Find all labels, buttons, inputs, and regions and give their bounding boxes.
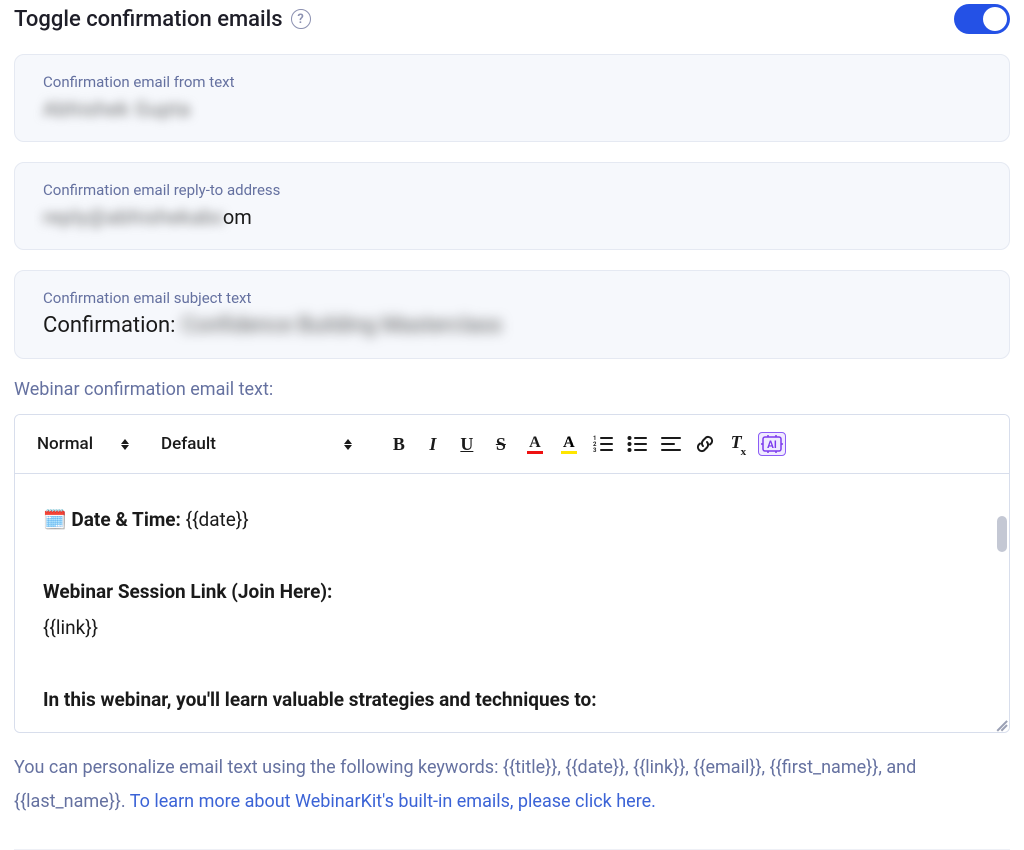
email-body-editor: Normal Default B I U S A A 123 — [14, 414, 1010, 733]
align-button[interactable] — [656, 429, 686, 459]
editor-content-area[interactable]: 🗓️ Date & Time: {{date}} Webinar Session… — [15, 474, 1009, 732]
reply-to-card[interactable]: Confirmation email reply-to address repl… — [14, 162, 1010, 250]
subject-prefix: Confirmation: — [43, 313, 176, 338]
scrollbar-thumb[interactable] — [997, 516, 1007, 552]
chevron-updown-icon — [344, 439, 352, 450]
resize-handle-icon[interactable] — [993, 716, 1007, 730]
italic-button[interactable]: I — [418, 429, 448, 459]
link-button[interactable] — [690, 429, 720, 459]
session-link-placeholder: {{link}} — [43, 610, 981, 646]
chevron-updown-icon — [121, 439, 129, 450]
learn-heading: In this webinar, you'll learn valuable s… — [43, 682, 981, 718]
bold-button[interactable]: B — [384, 429, 414, 459]
font-select-value: Default — [161, 434, 216, 454]
reply-to-value: reply@abhishekabc — [43, 205, 225, 229]
from-text-value: Abhishek Gupta — [43, 97, 981, 121]
subject-value: Confidence Building Masterclass — [182, 313, 503, 338]
bullet-list-button[interactable] — [622, 429, 652, 459]
ai-button[interactable]: AI — [758, 432, 786, 456]
calendar-icon: 🗓️ — [43, 508, 67, 531]
help-icon[interactable]: ? — [291, 9, 311, 29]
highlight-button[interactable]: A — [554, 429, 584, 459]
learn-more-link[interactable]: To learn more about WebinarKit's built-i… — [130, 791, 656, 812]
confirmation-emails-toggle-row: Toggle confirmation emails ? — [14, 0, 1010, 54]
confirmation-emails-toggle[interactable] — [954, 4, 1010, 34]
subject-value-row: Confirmation: Confidence Building Master… — [43, 313, 981, 338]
subject-card[interactable]: Confirmation email subject text Confirma… — [14, 270, 1010, 359]
reply-to-value-row: reply@abhishekabc om — [43, 205, 981, 229]
date-time-placeholder: {{date}} — [186, 508, 249, 531]
heading-select-value: Normal — [37, 434, 93, 454]
svg-text:3: 3 — [593, 447, 597, 453]
session-link-heading: Webinar Session Link (Join Here): — [43, 574, 981, 610]
text-color-button[interactable]: A — [520, 429, 550, 459]
from-text-card[interactable]: Confirmation email from text Abhishek Gu… — [14, 54, 1010, 142]
date-time-label: Date & Time: — [71, 508, 181, 531]
svg-text:AI: AI — [767, 440, 777, 451]
clear-format-button[interactable]: Tx — [724, 429, 754, 459]
reply-to-label: Confirmation email reply-to address — [43, 181, 981, 199]
toggle-label: Toggle confirmation emails — [14, 7, 283, 32]
font-select[interactable]: Default — [161, 434, 352, 454]
toggle-knob — [983, 7, 1007, 31]
ordered-list-button[interactable]: 123 — [588, 429, 618, 459]
strikethrough-button[interactable]: S — [486, 429, 516, 459]
subject-label: Confirmation email subject text — [43, 289, 981, 307]
personalization-hint: You can personalize email text using the… — [14, 751, 1010, 819]
underline-button[interactable]: U — [452, 429, 482, 459]
from-text-label: Confirmation email from text — [43, 73, 981, 91]
heading-select[interactable]: Normal — [37, 434, 129, 454]
reply-to-suffix: om — [223, 205, 252, 229]
toggle-label-group: Toggle confirmation emails ? — [14, 7, 311, 32]
editor-toolbar: Normal Default B I U S A A 123 — [15, 415, 1009, 474]
email-body-section-label: Webinar confirmation email text: — [14, 379, 1010, 400]
